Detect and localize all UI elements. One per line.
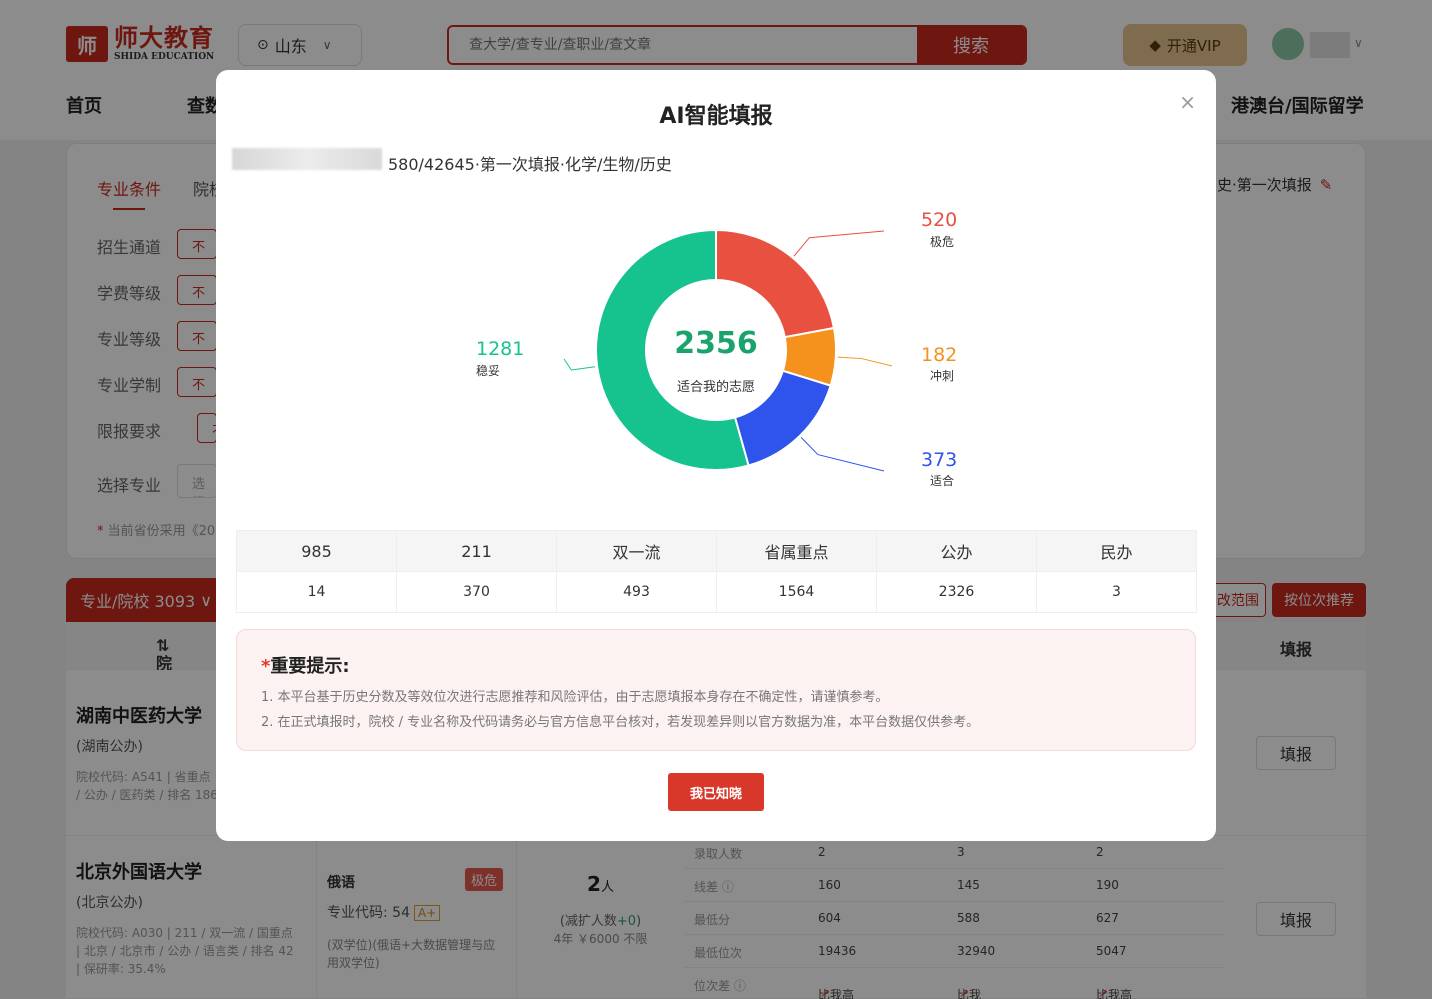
stats-value-row: 14 370 493 1564 2326 3: [236, 571, 1197, 613]
stats-header-cell: 公办: [876, 530, 1037, 572]
user-name-blurred: [232, 148, 382, 170]
acknowledge-button[interactable]: 我已知晓: [668, 773, 764, 811]
center-label: 适合我的志愿: [676, 380, 755, 395]
stats-header-cell: 省属重点: [716, 530, 877, 572]
segment-value-suitable: 373: [921, 449, 958, 471]
notice-line: 1. 本平台基于历史分数及等效位次进行志愿推荐和风险评估，由于志愿填报本身存在不…: [261, 690, 889, 705]
leader-line: [793, 230, 885, 257]
segment-label-extreme-risk: 极危: [930, 235, 955, 249]
stats-value-cell: 1564: [716, 571, 877, 613]
stats-value-cell: 3: [1036, 571, 1197, 613]
segment-label-safe: 稳妥: [476, 364, 501, 378]
donut-chart: 2356 适合我的志愿 520 极危 182 冲刺 373 适合 1281 稳妥: [466, 200, 966, 500]
slice-extreme-risk[interactable]: [715, 228, 836, 339]
score-info: 580/42645·第一次填报·化学/生物/历史: [388, 155, 672, 174]
stats-value-cell: 493: [556, 571, 717, 613]
segment-value-reach: 182: [921, 344, 958, 366]
stats-header-row: 985 211 双一流 省属重点 公办 民办: [236, 530, 1197, 572]
segment-label-suitable: 适合: [930, 474, 955, 488]
segment-label-reach: 冲刺: [930, 369, 955, 383]
segment-value-extreme-risk: 520: [921, 209, 958, 231]
segment-value-safe: 1281: [476, 338, 525, 360]
stats-header-cell: 民办: [1036, 530, 1197, 572]
close-icon[interactable]: ×: [1179, 90, 1196, 114]
notice-title: *重要提示:: [261, 656, 350, 677]
stats-value-cell: 14: [236, 571, 397, 613]
notice-line: 2. 在正式填报时，院校 / 专业名称及代码请务必与官方信息平台核对，若发现差异…: [261, 715, 980, 730]
leader-line: [800, 437, 885, 472]
stats-header-cell: 211: [396, 530, 557, 572]
school-type-stats: 985 211 双一流 省属重点 公办 民办 14 370 493 1564 2…: [236, 530, 1197, 613]
center-total: 2356: [674, 326, 758, 361]
modal-title: AI智能填报: [659, 104, 773, 129]
stats-value-cell: 370: [396, 571, 557, 613]
important-notice: *重要提示: 1. 本平台基于历史分数及等效位次进行志愿推荐和风险评估，由于志愿…: [236, 629, 1196, 751]
ai-fill-modal: AI智能填报 × 580/42645·第一次填报·化学/生物/历史 2356 适…: [216, 70, 1216, 841]
stats-header-cell: 双一流: [556, 530, 717, 572]
stats-value-cell: 2326: [876, 571, 1037, 613]
stats-header-cell: 985: [236, 530, 397, 572]
